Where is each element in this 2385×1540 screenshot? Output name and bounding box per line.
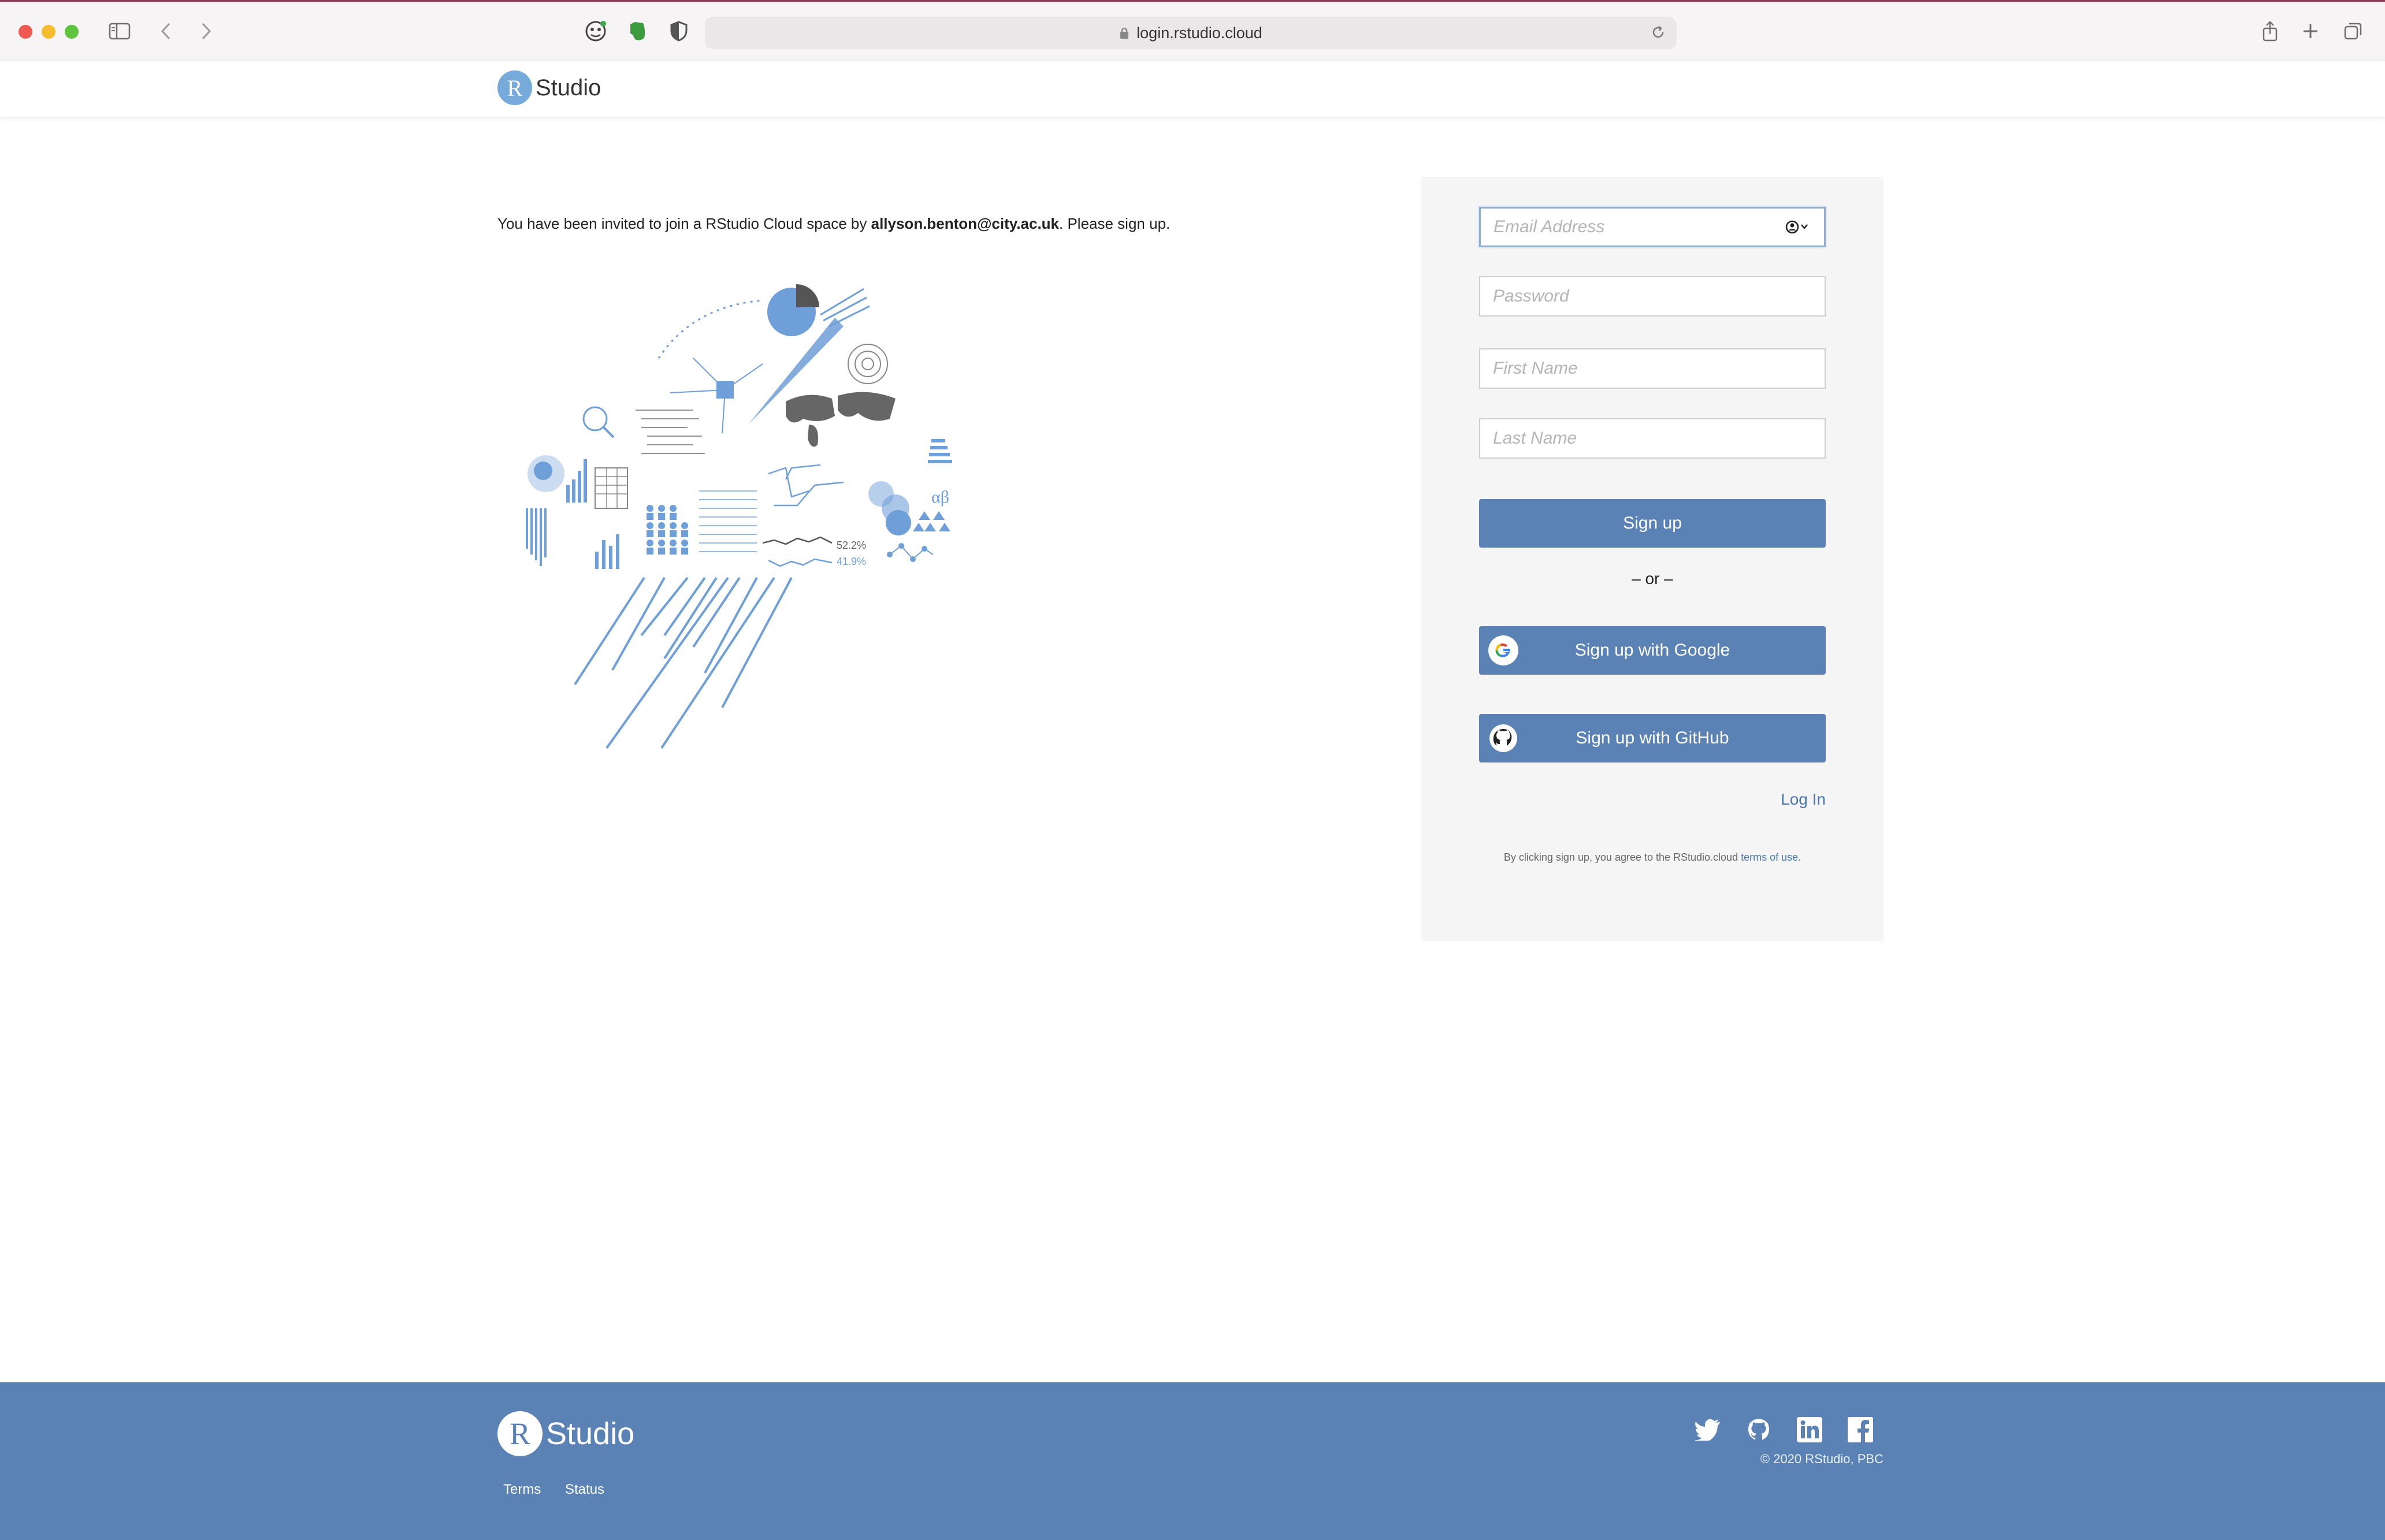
footer-status-link[interactable]: Status bbox=[565, 1482, 604, 1498]
email-input[interactable] bbox=[1479, 207, 1826, 247]
evernote-icon[interactable] bbox=[623, 17, 652, 46]
invite-message: You have been invited to join a RStudio … bbox=[497, 215, 1170, 233]
linkedin-icon[interactable] bbox=[1796, 1416, 1823, 1444]
reload-icon[interactable] bbox=[1650, 24, 1666, 44]
browser-toolbar: login.rstudio.cloud bbox=[0, 0, 2385, 61]
sidebar-icon[interactable] bbox=[105, 17, 134, 46]
footer-terms-link[interactable]: Terms bbox=[503, 1482, 541, 1498]
share-icon[interactable] bbox=[2256, 17, 2284, 46]
stat-label-2: 41.9% bbox=[837, 556, 866, 567]
password-autofill-icon[interactable] bbox=[1785, 220, 1811, 235]
facebook-icon[interactable] bbox=[1847, 1416, 1874, 1444]
github-signup-label: Sign up with GitHub bbox=[1576, 728, 1729, 747]
address-bar[interactable]: login.rstudio.cloud bbox=[705, 17, 1677, 49]
sign-up-button[interactable]: Sign up bbox=[1479, 499, 1826, 548]
copyright-text: © 2020 RStudio, PBC bbox=[1760, 1452, 1884, 1466]
logo-text: Studio bbox=[536, 75, 601, 101]
signup-panel: Sign up – or – Sign up with Google Sign … bbox=[1421, 177, 1884, 941]
url-text: login.rstudio.cloud bbox=[1136, 24, 1262, 42]
data-cloud-illustration: 52.2% 41.9% αβ bbox=[526, 284, 952, 749]
google-signup-button[interactable]: Sign up with Google bbox=[1479, 626, 1826, 675]
github-signup-button[interactable]: Sign up with GitHub bbox=[1479, 714, 1826, 762]
terms-of-use-link[interactable]: terms of use bbox=[1741, 851, 1798, 863]
zoom-window-button[interactable] bbox=[65, 25, 79, 39]
twitter-icon[interactable] bbox=[1694, 1416, 1722, 1444]
terms-suffix: . bbox=[1798, 851, 1801, 863]
first-name-input[interactable] bbox=[1479, 348, 1826, 389]
or-divider: – or – bbox=[1632, 570, 1673, 587]
footer-logo-text: Studio bbox=[546, 1416, 635, 1451]
minimize-window-button[interactable] bbox=[42, 25, 55, 39]
footer-rstudio-logo[interactable]: R Studio bbox=[497, 1411, 634, 1456]
lock-icon bbox=[1119, 26, 1130, 40]
github-social-icon[interactable] bbox=[1745, 1416, 1773, 1444]
forward-icon[interactable] bbox=[192, 17, 221, 46]
tabs-overview-icon[interactable] bbox=[2339, 17, 2368, 46]
extension-face-icon[interactable] bbox=[581, 17, 610, 46]
close-window-button[interactable] bbox=[18, 25, 32, 39]
new-tab-icon[interactable] bbox=[2296, 17, 2325, 46]
google-signup-label: Sign up with Google bbox=[1574, 641, 1730, 660]
log-in-link[interactable]: Log In bbox=[1781, 790, 1826, 809]
google-icon bbox=[1484, 631, 1523, 670]
privacy-shield-icon[interactable] bbox=[664, 17, 693, 46]
rstudio-logo[interactable]: R Studio bbox=[497, 70, 601, 105]
github-icon bbox=[1484, 719, 1523, 758]
logo-r-circle: R bbox=[497, 70, 532, 105]
site-footer: R Studio Terms Status © 2020 RStudio, PB… bbox=[0, 1382, 2385, 1540]
footer-logo-r-circle: R bbox=[497, 1411, 543, 1456]
terms-prefix: By clicking sign up, you agree to the RS… bbox=[1503, 851, 1741, 863]
greek-label: αβ bbox=[931, 488, 949, 507]
stat-label-1: 52.2% bbox=[837, 540, 866, 551]
password-input[interactable] bbox=[1479, 276, 1826, 317]
invite-suffix: . Please sign up. bbox=[1059, 215, 1171, 232]
site-header: R Studio bbox=[0, 61, 2385, 117]
terms-note: By clicking sign up, you agree to the RS… bbox=[1421, 851, 1884, 864]
inviter-email: allyson.benton@city.ac.uk bbox=[871, 215, 1060, 232]
back-icon[interactable] bbox=[151, 17, 180, 46]
last-name-input[interactable] bbox=[1479, 418, 1826, 459]
invite-prefix: You have been invited to join a RStudio … bbox=[497, 215, 871, 232]
